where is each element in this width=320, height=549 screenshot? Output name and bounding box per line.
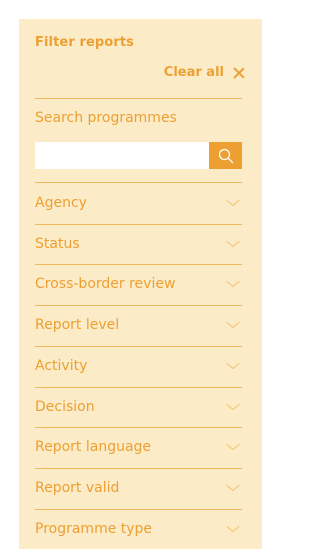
search-label: Search programmes [35, 110, 177, 126]
chevron-down-icon [226, 239, 240, 249]
filter-item[interactable]: Status [35, 224, 242, 264]
filter-item[interactable]: Decision [35, 387, 242, 427]
chevron-down-icon [226, 524, 240, 534]
close-icon [233, 67, 245, 79]
filter-label: Status [35, 235, 80, 252]
chevron-down-icon [226, 361, 240, 371]
filter-item[interactable]: Agency [35, 183, 242, 223]
filter-title: Filter reports [35, 35, 134, 50]
filter-item[interactable]: Report valid [35, 468, 242, 508]
chevron-down-icon [226, 279, 240, 289]
filter-label: Programme type [35, 520, 153, 537]
chevron-down-icon [226, 483, 240, 493]
filter-item[interactable]: Activity [35, 346, 242, 386]
divider [35, 98, 242, 99]
search-input[interactable] [35, 142, 209, 169]
chevron-down-icon [226, 320, 240, 330]
chevron-down-icon [226, 442, 240, 452]
filter-label: Report level [35, 317, 120, 334]
filter-label: Report language [35, 439, 152, 456]
filter-label: Cross-border review [35, 276, 176, 293]
filter-item[interactable]: Report level [35, 305, 242, 345]
clear-all-label: Clear all [163, 65, 224, 80]
filter-panel: Filter reports Clear all Search programm… [19, 19, 262, 549]
filter-label: Activity [35, 357, 88, 374]
filter-label: Report valid [35, 479, 120, 496]
filter-label: Agency [35, 195, 87, 211]
filter-item[interactable]: Programme type [35, 509, 242, 549]
filter-item[interactable]: Report language [35, 427, 242, 467]
search-icon [218, 148, 233, 163]
chevron-down-icon [226, 402, 240, 412]
clear-all-button[interactable]: Clear all [164, 65, 245, 80]
filter-label: Decision [35, 398, 95, 415]
search-button[interactable] [209, 142, 242, 169]
filter-item[interactable]: Cross-border review [35, 264, 242, 304]
chevron-down-icon [226, 198, 240, 208]
